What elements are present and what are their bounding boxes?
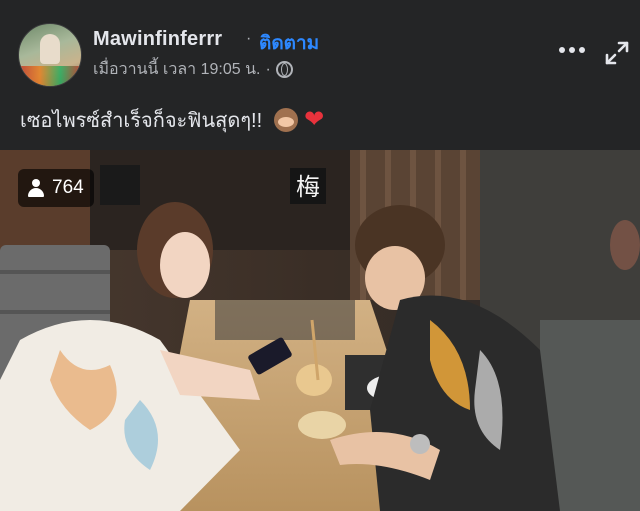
meta-separator: ·: [265, 60, 271, 78]
post-caption: เซอไพรซ์สำเร็จก็จะฟินสุดๆ!! ❤: [20, 104, 324, 136]
sign-character: 梅: [296, 173, 320, 201]
avatar-flowers: [19, 66, 81, 86]
avatar-figure: [40, 34, 60, 64]
sauce-cup: [296, 364, 332, 396]
view-count-badge: 764: [18, 169, 94, 207]
view-count: 764: [52, 177, 84, 198]
restaurant-scene: 梅: [0, 150, 640, 511]
sign-box-left: [100, 165, 140, 205]
person-icon: [28, 179, 44, 197]
background-diner: [610, 220, 640, 270]
post-meta: เมื่อวานนี้ เวลา 19:05 น. ·: [93, 57, 293, 82]
follow-separator: ·: [246, 30, 252, 47]
author-avatar[interactable]: [18, 23, 82, 87]
coaster: [298, 411, 346, 439]
table-mats: [215, 300, 355, 340]
author-name[interactable]: Mawinfinferrr: [93, 28, 222, 51]
follow-button[interactable]: ติดตาม: [259, 28, 319, 58]
caption-text: เซอไพรซ์สำเร็จก็จะฟินสุดๆ!!: [20, 110, 263, 132]
more-horizontal-icon: [559, 47, 565, 53]
video-frame[interactable]: 梅: [0, 150, 640, 511]
globe-icon[interactable]: [275, 61, 293, 78]
woman-face: [160, 232, 210, 298]
wristwatch: [410, 434, 430, 454]
red-heart-icon: ❤: [304, 106, 325, 133]
post-header: Mawinfinferrr · ติดตาม เมื่อวานนี้ เวลา …: [0, 0, 640, 150]
more-dot: [569, 47, 575, 53]
expand-icon[interactable]: [604, 40, 630, 66]
post-timestamp[interactable]: เมื่อวานนี้ เวลา 19:05 น.: [93, 57, 260, 82]
more-dot: [579, 47, 585, 53]
more-options-button[interactable]: [556, 40, 588, 60]
see-no-evil-monkey-icon: [274, 108, 299, 132]
